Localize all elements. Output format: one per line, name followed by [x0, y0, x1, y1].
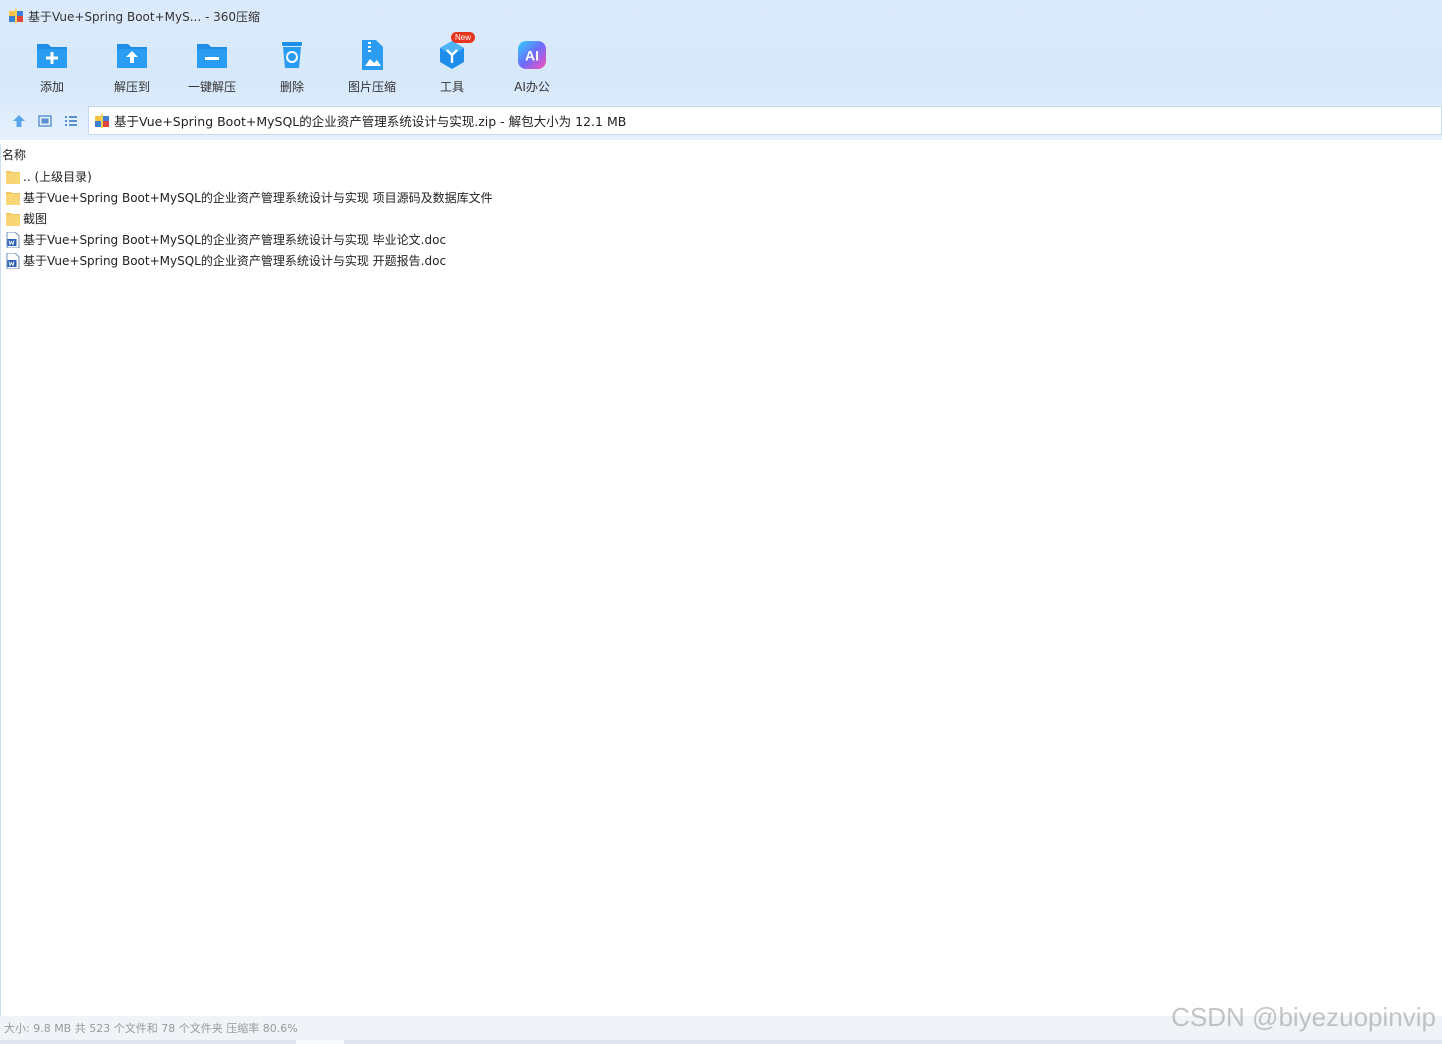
- status-text: 大小: 9.8 MB 共 523 个文件和 78 个文件夹 压缩率 80.6%: [4, 1022, 298, 1035]
- new-badge: New: [451, 32, 476, 43]
- main-toolbar: 添加 解压到 一键解压 删除 图片压缩 New 工具 AI AI办公: [12, 32, 572, 100]
- address-row: 基于Vue+Spring Boot+MySQL的企业资产管理系统设计与实现.zi…: [0, 106, 1442, 136]
- folder-icon: [6, 191, 20, 205]
- list-item[interactable]: 截图: [1, 208, 1442, 229]
- folder-icon: [6, 212, 20, 226]
- list-item[interactable]: 基于Vue+Spring Boot+MySQL的企业资产管理系统设计与实现 毕业…: [1, 229, 1442, 250]
- archive-app-icon: [9, 9, 23, 23]
- ai-office-label: AI办公: [514, 80, 550, 94]
- one-click-extract-icon: [197, 44, 227, 68]
- file-name: 基于Vue+Spring Boot+MySQL的企业资产管理系统设计与实现 毕业…: [23, 233, 447, 247]
- word-document-icon: [6, 231, 20, 248]
- extract-to-icon: [117, 44, 147, 68]
- delete-icon: [282, 42, 302, 68]
- extract-to-label: 解压到: [113, 80, 150, 94]
- image-compress-label: 图片压缩: [347, 80, 396, 94]
- delete-button[interactable]: 删除: [252, 38, 332, 100]
- tools-button[interactable]: New 工具: [412, 32, 492, 100]
- ai-glyph: AI: [525, 48, 539, 64]
- zip-archive-icon: [95, 113, 109, 128]
- word-document-icon: [6, 252, 20, 269]
- file-name: 基于Vue+Spring Boot+MySQL的企业资产管理系统设计与实现 项目…: [23, 191, 493, 205]
- window-title: 基于Vue+Spring Boot+MyS... - 360压缩: [28, 9, 261, 24]
- file-name: 基于Vue+Spring Boot+MySQL的企业资产管理系统设计与实现 开题…: [23, 254, 447, 268]
- address-bar[interactable]: 基于Vue+Spring Boot+MySQL的企业资产管理系统设计与实现.zi…: [88, 106, 1442, 135]
- delete-label: 删除: [279, 80, 304, 94]
- tools-label: 工具: [439, 80, 464, 94]
- image-compress-icon: [362, 40, 383, 70]
- ai-office-icon: AI: [518, 41, 546, 69]
- one-click-extract-label: 一键解压: [187, 80, 236, 94]
- file-name: .. (上级目录): [23, 170, 92, 184]
- list-view-icon: [65, 116, 77, 126]
- list-item[interactable]: .. (上级目录): [1, 166, 1442, 187]
- add-folder-icon: [37, 44, 67, 68]
- header-area: 基于Vue+Spring Boot+MyS... - 360压缩 添加 解压到 …: [0, 0, 1442, 140]
- scrollbar-thumb[interactable]: [296, 1040, 344, 1044]
- up-level-button[interactable]: [6, 108, 32, 134]
- arrow-up-icon: [13, 115, 25, 127]
- list-item[interactable]: 基于Vue+Spring Boot+MySQL的企业资产管理系统设计与实现 项目…: [1, 187, 1442, 208]
- column-header-name[interactable]: 名称: [1, 144, 1442, 166]
- app-window: 基于Vue+Spring Boot+MyS... - 360压缩 添加 解压到 …: [0, 0, 1442, 1044]
- archive-path: 基于Vue+Spring Boot+MySQL的企业资产管理系统设计与实现.zi…: [114, 114, 627, 129]
- one-click-extract-button[interactable]: 一键解压: [172, 38, 252, 100]
- thumbnail-view-button[interactable]: [32, 108, 58, 134]
- add-button[interactable]: 添加: [12, 38, 92, 100]
- tools-icon: [440, 41, 464, 69]
- image-compress-button[interactable]: 图片压缩: [332, 38, 412, 100]
- title-bar: 基于Vue+Spring Boot+MyS... - 360压缩: [0, 0, 1442, 32]
- ai-office-button[interactable]: AI AI办公: [492, 38, 572, 100]
- tools-icon-wrap: New: [435, 32, 476, 72]
- watermark-text: CSDN @biyezuopinvip: [1171, 1002, 1436, 1032]
- list-view-button[interactable]: [58, 108, 84, 134]
- file-name: 截图: [23, 212, 48, 226]
- list-item[interactable]: 基于Vue+Spring Boot+MySQL的企业资产管理系统设计与实现 开题…: [1, 250, 1442, 271]
- thumbnail-view-icon: [38, 115, 52, 127]
- extract-to-button[interactable]: 解压到: [92, 38, 172, 100]
- add-label: 添加: [39, 80, 64, 94]
- folder-icon: [6, 170, 20, 184]
- file-list: 名称 .. (上级目录) 基于Vue+Spring Boot+MySQL的企业资…: [0, 144, 1442, 1016]
- horizontal-scrollbar[interactable]: [0, 1040, 1442, 1044]
